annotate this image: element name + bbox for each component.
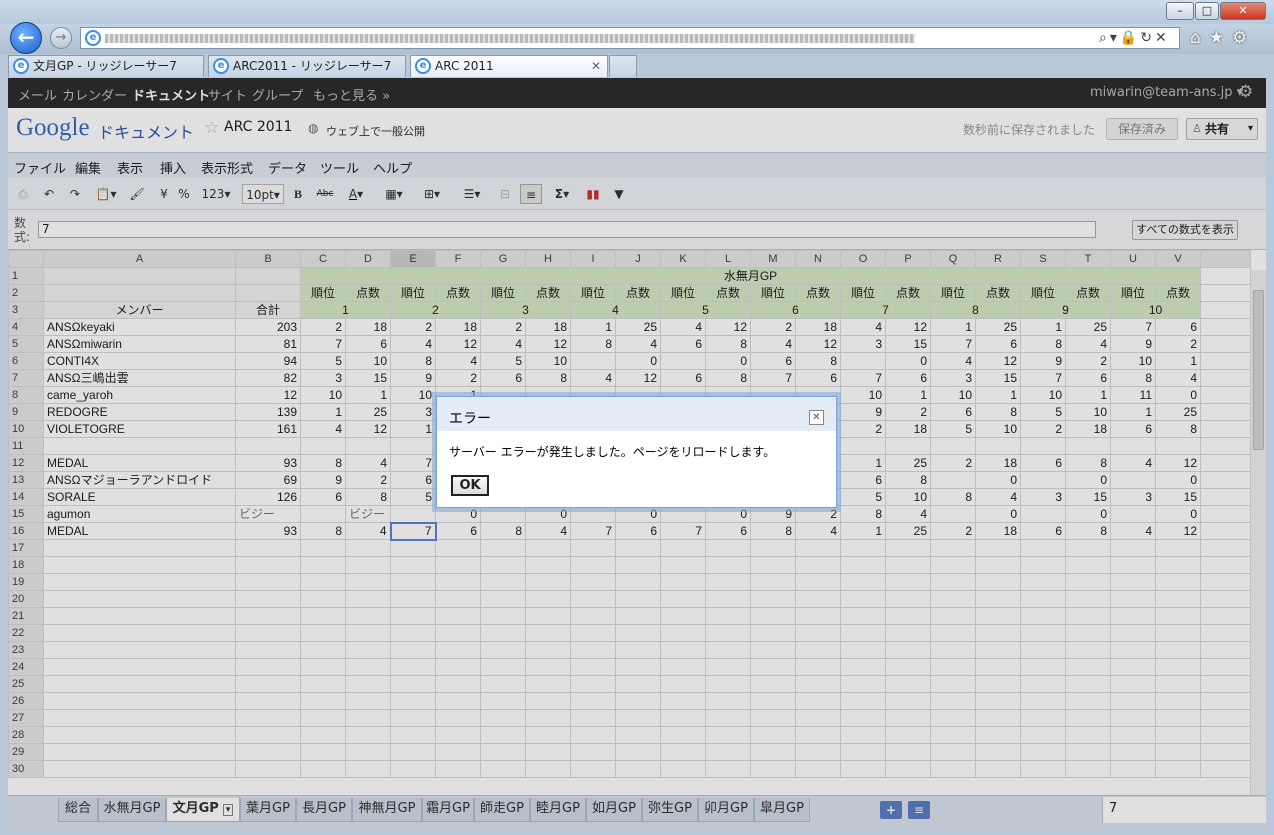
ie-tab-icon: e — [13, 58, 29, 74]
minimize-icon[interactable]: – — [1166, 2, 1194, 20]
dialog-close-icon[interactable]: ✕ — [809, 410, 824, 425]
error-dialog: エラー ✕ サーバー エラーが発生しました。ページをリロードします。 OK — [436, 396, 837, 508]
dialog-header — [437, 397, 836, 431]
back-icon[interactable]: ← — [10, 22, 42, 54]
browser-tab-active[interactable]: e ARC 2011 ✕ — [410, 55, 608, 77]
home-favorites-tools-icons[interactable]: ⌂★⚙ — [1190, 28, 1255, 48]
ok-button[interactable]: OK — [451, 475, 489, 496]
forward-icon[interactable]: → — [50, 27, 72, 49]
address-bar[interactable]: e ⌕▾🔒↻✕ — [80, 27, 1180, 49]
browser-tab-2[interactable]: e ARC2011 - リッジレーサー7 — [208, 55, 406, 77]
dialog-title: エラー — [449, 411, 491, 427]
address-actions-icons[interactable]: ⌕▾🔒↻✕ — [1099, 30, 1170, 46]
new-tab-button[interactable] — [609, 55, 637, 77]
dialog-message: サーバー エラーが発生しました。ページをリロードします。 — [449, 445, 776, 459]
address-url-blurred — [105, 34, 915, 43]
browser-tab-label: ARC 2011 — [435, 59, 494, 73]
close-window-icon[interactable]: ✕ — [1220, 2, 1266, 20]
window-titlebar — [0, 0, 1274, 24]
browser-tab-label: ARC2011 - リッジレーサー7 — [233, 59, 392, 73]
tab-close-icon[interactable]: ✕ — [591, 56, 601, 76]
ie-tab-icon: e — [213, 58, 229, 74]
maximize-icon[interactable]: □ — [1195, 2, 1219, 20]
browser-tab-label: 文月GP - リッジレーサー7 — [33, 59, 177, 73]
browser-tab-1[interactable]: e 文月GP - リッジレーサー7 — [8, 55, 204, 77]
ie-tab-icon: e — [415, 58, 431, 74]
ie-page-icon: e — [85, 30, 101, 46]
